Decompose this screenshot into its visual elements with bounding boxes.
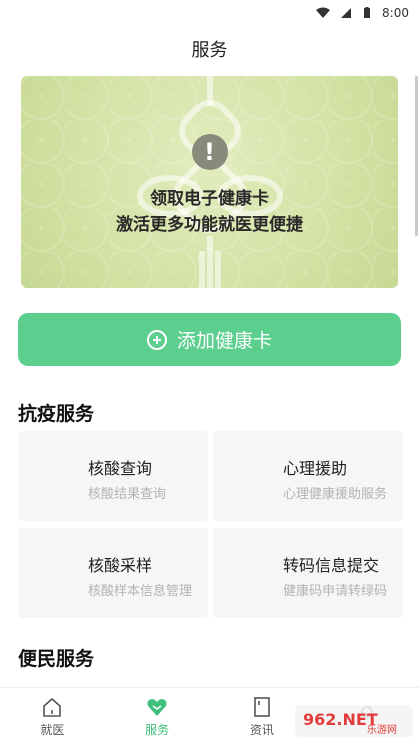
tile-subtitle: 心理健康援助服务 [283,487,388,502]
page-title: 服务 [191,40,228,61]
home-icon [43,697,62,717]
status-bar: 8:00 [0,0,419,26]
heart-icon [147,698,167,716]
tile-nucleic-acid-sampling[interactable]: 核酸采样 核酸样本信息管理 [18,528,208,618]
nav-label: 资讯 [249,722,274,737]
card-subtitle: 激活更多功能就医更便捷 [116,215,303,235]
document-icon [254,696,270,717]
nav-item-service[interactable]: 服务 [105,688,210,745]
tile-subtitle: 核酸结果查询 [88,487,167,502]
chinese-knot-icon [136,76,283,288]
tile-nucleic-acid-query[interactable]: 核酸查询 核酸结果查询 [18,431,208,521]
add-health-card-label: 添加健康卡 [176,330,272,352]
status-time: 8:00 [382,6,409,20]
tile-code-transfer[interactable]: 转码信息提交 健康码申请转绿码 [213,528,403,618]
plus-circle-icon [146,329,167,350]
tile-psychological-aid[interactable]: 心理援助 心理健康援助服务 [213,431,403,521]
tile-title: 转码信息提交 [283,556,380,575]
tile-subtitle: 健康码申请转绿码 [283,584,388,599]
add-health-card-button[interactable]: 添加健康卡 [18,313,401,366]
nav-item-medical[interactable]: 就医 [0,688,105,745]
tile-title: 心理援助 [283,459,348,478]
signal-icon [341,8,352,18]
wifi-icon [316,7,331,18]
battery-icon [364,7,371,18]
card-title: 领取电子健康卡 [150,189,269,209]
nav-label: 服务 [145,722,170,737]
watermark-subtext: 乐游网 [367,723,397,736]
scrollbar[interactable] [415,76,418,236]
tile-subtitle: 核酸样本信息管理 [88,584,193,599]
tile-title: 核酸采样 [88,556,153,575]
section-title-convenience: 便民服务 [18,648,95,670]
section-title-anti-epidemic: 抗疫服务 [18,403,95,425]
health-card-banner[interactable]: ! 领取电子健康卡 激活更多功能就医更便捷 [21,76,398,288]
nav-label: 就医 [40,722,65,737]
watermark-logo: 962.NET 乐游网 [295,705,413,737]
tile-title: 核酸查询 [88,459,153,478]
alert-icon: ! [191,134,228,170]
